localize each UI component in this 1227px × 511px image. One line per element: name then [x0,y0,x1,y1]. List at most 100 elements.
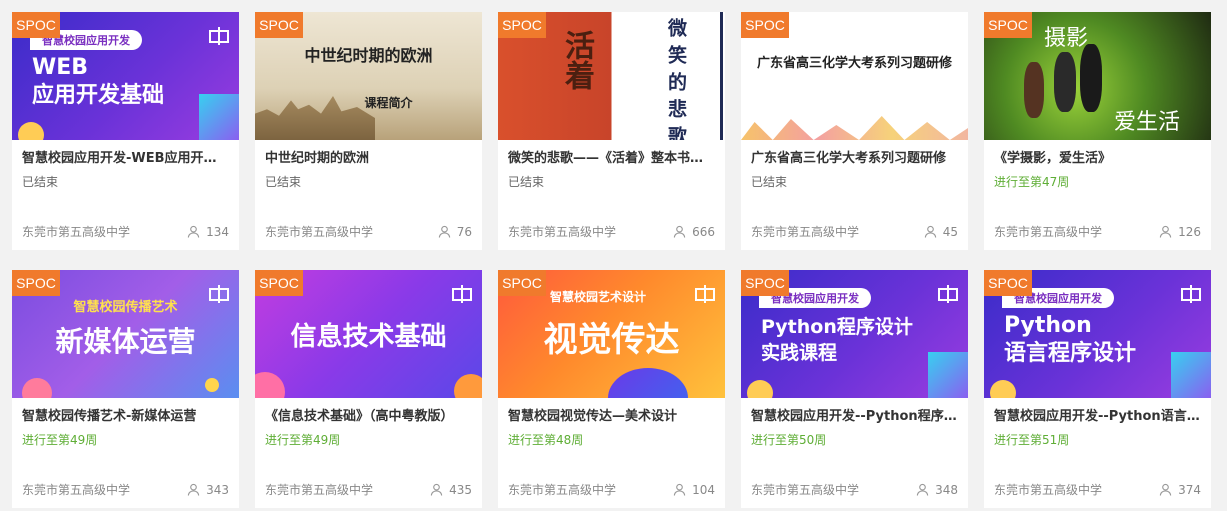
school-name: 东莞市第五高级中学 [751,225,860,239]
cover-title: Python程序设计 实践课程 [761,316,913,364]
user-icon [438,225,451,238]
course-title[interactable]: 智慧校园传播艺术-新媒体运营 [22,408,229,426]
student-count: 104 [692,482,715,497]
school-name: 东莞市第五高级中学 [22,225,131,239]
student-count: 76 [456,224,472,239]
student-count: 374 [1178,482,1201,497]
spoc-badge: SPOC [498,12,546,38]
student-count: 666 [692,224,715,239]
user-icon [1159,483,1172,496]
course-cover[interactable]: SPOC 智慧校园传播艺术 新媒体运营 [12,270,239,398]
course-cover[interactable]: SPOC 智慧校园应用开发 Python 语言程序设计 [984,270,1211,398]
cover-title: 活着 [559,30,594,90]
cover-title: 中世纪时期的欧洲 [304,46,433,65]
course-card[interactable]: SPOC 智慧校园应用开发 Python 语言程序设计 智慧校园应用开发--Py… [984,270,1211,508]
school-logo-icon [695,284,715,304]
course-status: 已结束 [22,175,59,189]
cover-title: 视觉传达 [543,320,680,360]
user-icon [187,483,200,496]
user-icon [673,483,686,496]
school-logo-icon [1181,284,1201,304]
course-cover[interactable]: SPOC 智慧校园应用开发 Python程序设计 实践课程 [741,270,968,398]
course-title[interactable]: 《信息技术基础》（高中粤教版） [265,408,472,426]
course-card[interactable]: SPOC 智慧校园应用开发 Python程序设计 实践课程 智慧校园应用开发--… [741,270,968,508]
cover-title: 新媒体运营 [55,325,196,358]
course-title[interactable]: 智慧校园应用开发--Python语言程序设计 [994,408,1201,426]
user-icon [924,225,937,238]
school-logo-icon [938,284,958,304]
school-logo-icon [209,284,229,304]
school-name: 东莞市第五高级中学 [265,483,374,497]
course-status: 进行至第49周 [265,433,341,447]
spoc-badge: SPOC [255,270,303,296]
cover-title: WEB 应用开发基础 [32,55,165,108]
course-cover[interactable]: SPOC 信息技术基础 [255,270,482,398]
course-card[interactable]: SPOC 广东省高三化学大考系列习题研修 广东省高三化学大考系列习题研修 已结束… [741,12,968,250]
user-icon [187,225,200,238]
cover-title: 信息技术基础 [290,322,447,352]
user-icon [673,225,686,238]
user-icon [430,483,443,496]
student-count: 343 [206,482,229,497]
cover-subtitle: 微笑的悲歌 [665,18,687,140]
course-status: 进行至第49周 [22,433,98,447]
course-title[interactable]: 广东省高三化学大考系列习题研修 [751,150,958,168]
spoc-badge: SPOC [12,270,60,296]
course-status: 进行至第51周 [994,433,1070,447]
spoc-badge: SPOC [741,12,789,38]
cover-title: 摄影 [1044,26,1089,51]
student-count: 45 [942,224,958,239]
course-cover[interactable]: SPOC 广东省高三化学大考系列习题研修 [741,12,968,140]
course-title[interactable]: 智慧校园应用开发-WEB应用开发基础 [22,150,229,168]
course-status: 进行至第50周 [751,433,827,447]
user-icon [916,483,929,496]
course-cover[interactable]: SPOC 中世纪时期的欧洲 课程简介 [255,12,482,140]
course-cover[interactable]: SPOC 摄影 爱生活 [984,12,1211,140]
course-status: 已结束 [265,175,302,189]
spoc-badge: SPOC [498,270,546,296]
spoc-badge: SPOC [984,270,1032,296]
cover-subtitle: 爱生活 [1114,110,1181,135]
course-cover[interactable]: SPOC 智慧校园艺术设计 视觉传达 [498,270,725,398]
student-count: 134 [206,224,229,239]
school-name: 东莞市第五高级中学 [508,225,617,239]
cover-subtitle: 课程简介 [364,96,413,110]
user-icon [1159,225,1172,238]
course-title[interactable]: 中世纪时期的欧洲 [265,150,472,168]
course-title[interactable]: 《学摄影，爱生活》 [994,150,1201,168]
course-status: 已结束 [751,175,788,189]
school-name: 东莞市第五高级中学 [994,483,1103,497]
cover-subtitle: 智慧校园传播艺术 [73,300,178,315]
school-logo-icon [209,26,229,46]
school-name: 东莞市第五高级中学 [994,225,1103,239]
spoc-badge: SPOC [255,12,303,38]
course-status: 进行至第47周 [994,175,1070,189]
course-status: 已结束 [508,175,545,189]
course-grid: SPOC 智慧校园应用开发 WEB 应用开发基础 智慧校园应用开发-WEB应用开… [12,12,1211,508]
school-name: 东莞市第五高级中学 [22,483,131,497]
school-name: 东莞市第五高级中学 [751,483,860,497]
spoc-badge: SPOC [12,12,60,38]
course-card[interactable]: SPOC 信息技术基础 《信息技术基础》（高中粤教版） 进行至第49周 东莞市第… [255,270,482,508]
course-card[interactable]: SPOC 摄影 爱生活 《学摄影，爱生活》 进行至第47周 东莞市第五高级中学 … [984,12,1211,250]
course-title[interactable]: 智慧校园视觉传达—美术设计 [508,408,715,426]
student-count: 126 [1178,224,1201,239]
student-count: 348 [935,482,958,497]
school-logo-icon [452,284,472,304]
course-cover[interactable]: SPOC 智慧校园应用开发 WEB 应用开发基础 [12,12,239,140]
course-card[interactable]: SPOC 智慧校园应用开发 WEB 应用开发基础 智慧校园应用开发-WEB应用开… [12,12,239,250]
course-card[interactable]: SPOC 智慧校园传播艺术 新媒体运营 智慧校园传播艺术-新媒体运营 进行至第4… [12,270,239,508]
course-title[interactable]: 微笑的悲歌——《活着》整本书阅读 [508,150,715,168]
school-name: 东莞市第五高级中学 [508,483,617,497]
course-card[interactable]: SPOC 活着 微笑的悲歌 微笑的悲歌——《活着》整本书阅读 已结束 东莞市第五… [498,12,725,250]
course-title[interactable]: 智慧校园应用开发--Python程序设计实践课程 [751,408,958,426]
course-status: 进行至第48周 [508,433,584,447]
cover-title: 广东省高三化学大考系列习题研修 [756,56,952,71]
cover-title: Python 语言程序设计 [1004,313,1137,366]
student-count: 435 [449,482,472,497]
spoc-badge: SPOC [984,12,1032,38]
course-cover[interactable]: SPOC 活着 微笑的悲歌 [498,12,725,140]
course-card[interactable]: SPOC 中世纪时期的欧洲 课程简介 中世纪时期的欧洲 已结束 东莞市第五高级中… [255,12,482,250]
course-card[interactable]: SPOC 智慧校园艺术设计 视觉传达 智慧校园视觉传达—美术设计 进行至第48周… [498,270,725,508]
spoc-badge: SPOC [741,270,789,296]
